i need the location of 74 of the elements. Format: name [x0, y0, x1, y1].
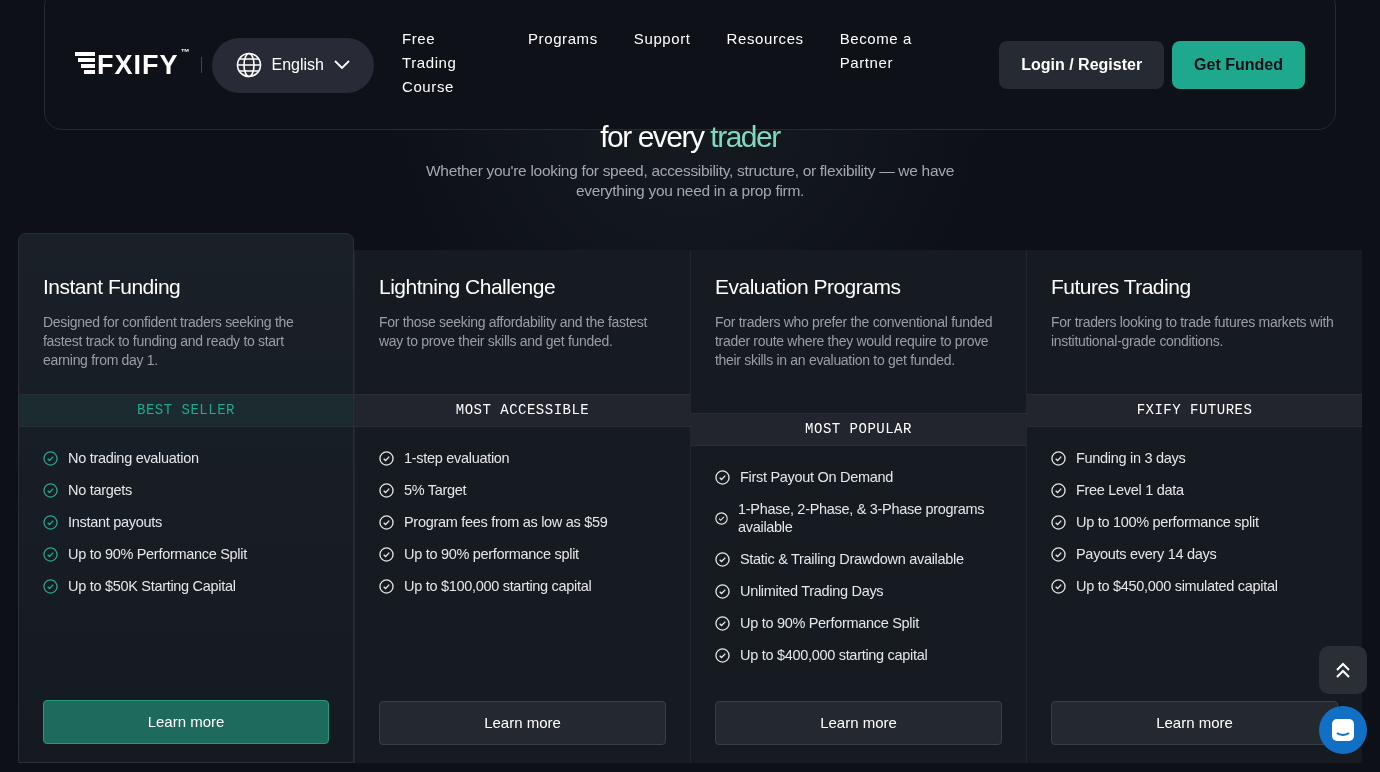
card-title: Lightning Challenge: [379, 274, 557, 300]
check-circle-icon: [715, 647, 730, 663]
card-description: For those seeking affordability and the fastest way to prove their skills and get funded.: [379, 313, 649, 352]
feature-text: Unlimited Trading Days: [740, 582, 884, 601]
feature-text: Up to 90% Performance Split: [68, 545, 247, 564]
logo-stripes-icon: [75, 51, 95, 74]
check-circle-icon: [715, 583, 730, 599]
feature-text: Free Level 1 data: [1076, 481, 1184, 500]
learn-more-button[interactable]: Learn more: [1051, 701, 1338, 745]
globe-icon: [235, 52, 262, 78]
card-title: Evaluation Programs: [715, 274, 902, 300]
check-circle-icon: [43, 514, 58, 530]
feature-text: First Payout On Demand: [740, 468, 893, 487]
card-tag: FXIFY FUTURES: [1027, 394, 1362, 428]
check-circle-icon: [1051, 482, 1066, 498]
check-circle-icon: [1051, 450, 1066, 466]
learn-more-button[interactable]: Learn more: [379, 701, 666, 745]
check-circle-icon: [715, 469, 730, 485]
feature-text: Up to 90% Performance Split: [740, 614, 919, 633]
card-tag: BEST SELLER: [19, 394, 353, 428]
card-description: For traders who prefer the conventional funded trader route where they would require to prove their skills in an evaluation to get funded.: [715, 313, 994, 371]
nav-link[interactable]: Resources: [726, 27, 804, 51]
card-description: For traders looking to trade futures markets with institutional-grade conditions.: [1051, 313, 1335, 352]
feature-text: Instant payouts: [68, 513, 162, 532]
feature-text: 5% Target: [404, 481, 467, 500]
card-tag: MOST ACCESSIBLE: [355, 394, 690, 428]
check-circle-icon: [1051, 546, 1066, 562]
card-description: Designed for confident traders seeking the fastest track to funding and ready to start earning from day 1.: [43, 313, 295, 371]
feature-text: No targets: [68, 481, 132, 500]
feature-text: Up to $100,000 starting capital: [404, 577, 592, 596]
scroll-to-top-button[interactable]: [1319, 646, 1367, 694]
check-circle-icon: [715, 615, 730, 631]
check-circle-icon: [715, 510, 728, 526]
language-selector[interactable]: English: [211, 37, 374, 93]
feature-text: 1-Phase, 2-Phase, & 3-Phase programs available: [738, 500, 986, 537]
check-circle-icon: [379, 578, 394, 594]
check-circle-icon: [379, 546, 394, 562]
feature-text: Funding in 3 days: [1076, 449, 1186, 468]
check-circle-icon: [379, 482, 394, 498]
feature-text: Up to $450,000 simulated capital: [1076, 577, 1278, 596]
feature-text: Program fees from as low as $59: [404, 513, 608, 532]
feature-text: Payouts every 14 days: [1076, 545, 1217, 564]
card-tag: MOST POPULAR: [691, 413, 1026, 447]
check-circle-icon: [43, 482, 58, 498]
check-circle-icon: [379, 514, 394, 530]
logo[interactable]: FXIFY: [97, 51, 179, 79]
double-chevron-up-icon: [1335, 661, 1351, 679]
feature-text: Up to 90% performance split: [404, 545, 579, 564]
login-button[interactable]: Login / Register: [999, 41, 1165, 89]
check-circle-icon: [43, 578, 58, 594]
nav-link[interactable]: Free Trading Course: [402, 27, 474, 99]
hero-subtitle: Whether you're looking for speed, accessibility, structure, or flexibility — we have everything you need in a prop firm.: [425, 161, 955, 201]
card-title: Futures Trading: [1051, 274, 1192, 300]
chevron-down-icon: [334, 60, 350, 70]
check-circle-icon: [1051, 514, 1066, 530]
feature-text: 1-step evaluation: [404, 449, 510, 468]
check-circle-icon: [715, 551, 730, 567]
feature-text: Up to $400,000 starting capital: [740, 646, 928, 665]
chat-icon: [1331, 718, 1355, 742]
learn-more-button[interactable]: Learn more: [43, 700, 329, 744]
card-title: Instant Funding: [43, 274, 182, 300]
check-circle-icon: [43, 546, 58, 562]
learn-more-button[interactable]: Learn more: [715, 701, 1002, 745]
feature-text: No trading evaluation: [68, 449, 199, 468]
nav-link[interactable]: Support: [633, 27, 691, 51]
feature-text: Up to 100% performance split: [1076, 513, 1259, 532]
feature-text: Static & Trailing Drawdown available: [740, 550, 964, 569]
nav-link[interactable]: Become a Partner: [839, 27, 922, 75]
feature-text: Up to $50K Starting Capital: [68, 577, 236, 596]
nav-link[interactable]: Programs: [528, 27, 598, 51]
check-circle-icon: [379, 450, 394, 466]
check-circle-icon: [1051, 578, 1066, 594]
get-funded-button[interactable]: Get Funded: [1172, 41, 1305, 89]
check-circle-icon: [43, 450, 58, 466]
